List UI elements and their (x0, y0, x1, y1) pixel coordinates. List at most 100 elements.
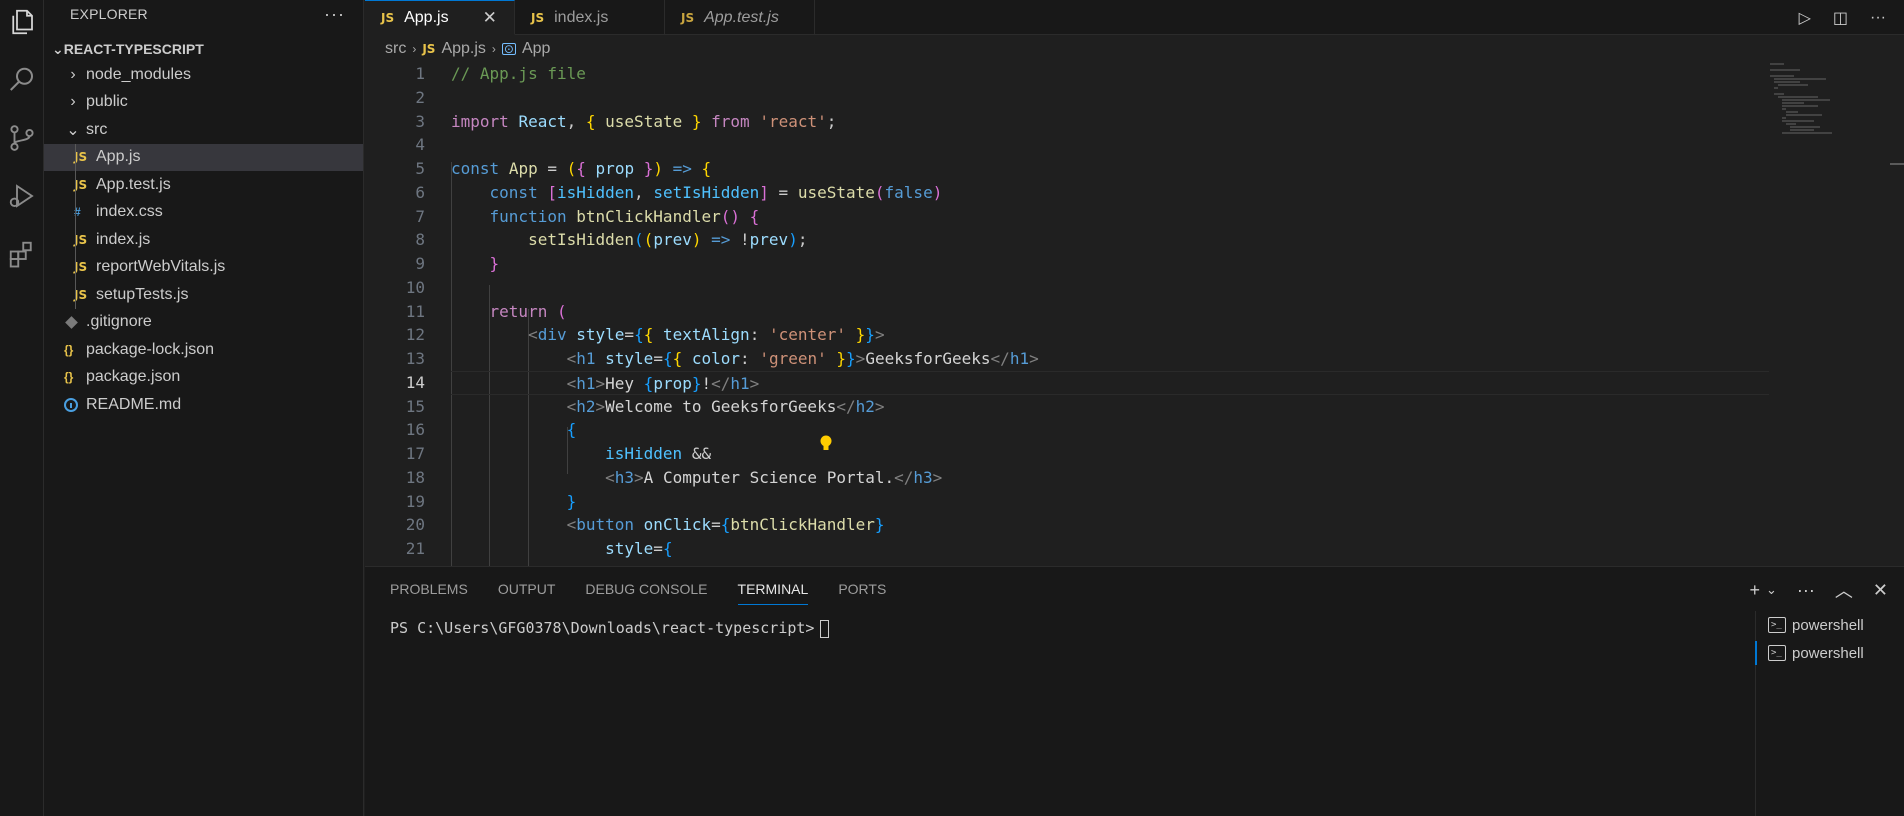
tree-item-gitignore[interactable]: .gitignore (44, 309, 363, 337)
line-number: 12 (405, 325, 425, 345)
chevron-right-icon: › (70, 93, 76, 111)
source-control-icon[interactable] (0, 116, 44, 160)
breadcrumb-file[interactable]: App.js (441, 40, 485, 58)
scrollbar-marker[interactable] (1890, 163, 1904, 165)
maximize-panel-icon[interactable]: ︿ (1835, 577, 1853, 603)
json-file-icon: {} (64, 370, 74, 385)
tree-item-label: node_modules (86, 65, 191, 83)
line-number: 10 (405, 277, 425, 297)
tree-item-setup-tests[interactable]: JS setupTests.js (44, 281, 363, 309)
code-line: style={ (605, 539, 673, 558)
line-number: 2 (415, 87, 425, 107)
tree-item-app-js[interactable]: JS App.js (44, 143, 363, 171)
line-number: 19 (405, 491, 425, 511)
panel-actions: + ⌄ ··· ︿ ✕ (1750, 577, 1889, 603)
close-icon[interactable]: ✕ (483, 8, 497, 28)
tree-item-label: public (86, 93, 128, 111)
tree-item-label: src (86, 120, 108, 138)
line-number: 9 (415, 254, 425, 273)
code-editor[interactable]: 1 2 3 4 5 6 7 8 9 10 11 12 13 14 15 16 17 18 19 20 21 // App… (365, 62, 1769, 566)
terminal-item[interactable]: >_ powershell (1756, 611, 1904, 639)
extensions-icon[interactable] (0, 232, 44, 276)
breadcrumb-symbol[interactable]: App (522, 40, 550, 58)
split-editor-icon[interactable]: ◫ (1833, 8, 1848, 28)
terminal-output[interactable]: PS C:\Users\GFG0378\Downloads\react-type… (390, 619, 830, 638)
tree-item-package-lock[interactable]: {} package-lock.json (44, 336, 363, 364)
tree-item-app-test-js[interactable]: JS App.test.js (44, 171, 363, 199)
line-number: 16 (405, 420, 425, 440)
tree-item-src[interactable]: ⌄ src (44, 116, 363, 144)
terminal-item[interactable]: >_ powershell (1755, 639, 1904, 667)
terminal-cursor (820, 619, 830, 638)
indent-guide (75, 143, 76, 171)
chevron-down-icon: ⌄ (66, 121, 80, 139)
js-file-icon: JS (422, 42, 436, 56)
tree-item-index-css[interactable]: # index.css (44, 198, 363, 226)
new-terminal-icon[interactable]: + (1750, 580, 1761, 601)
line-number: 4 (415, 135, 425, 155)
code-line: return ( (489, 301, 567, 321)
terminal-icon: >_ (1768, 645, 1786, 661)
terminal-icon: >_ (1768, 617, 1786, 633)
code-line: const [isHidden, setIsHidden] = useState… (489, 182, 943, 202)
tab-ports[interactable]: PORTS (838, 567, 886, 611)
line-number-gutter: 1 2 3 4 5 6 7 8 9 10 11 12 13 14 15 16 17 18 19 20 21 (365, 62, 435, 561)
json-file-icon: {} (64, 342, 74, 357)
line-number: 14 (405, 372, 425, 392)
terminal-name: powershell (1792, 644, 1864, 662)
tree-item-node-modules[interactable]: › node_modules (44, 61, 363, 89)
code-line: function btnClickHandler() { (489, 206, 760, 226)
more-actions-icon[interactable]: ··· (1870, 9, 1886, 27)
tab-index-js[interactable]: JS index.js (515, 0, 665, 35)
more-actions-icon[interactable]: ··· (1797, 580, 1815, 601)
tab-label: index.js (554, 8, 609, 26)
line-number: 6 (415, 182, 425, 202)
chevron-down-icon: ⌄ (52, 40, 64, 57)
line-number: 21 (405, 539, 425, 558)
chevron-down-icon[interactable]: ⌄ (1766, 582, 1777, 598)
terminal-list: >_ powershell >_ powershell (1755, 611, 1904, 816)
code-line: <button onClick={btnClickHandler} (566, 515, 885, 535)
code-line: isHidden && (605, 444, 712, 463)
chevron-right-icon: › (491, 42, 496, 56)
code-line-current: <h1>Hey {prop}!</h1> (451, 370, 1769, 395)
breadcrumb-folder[interactable]: src (385, 40, 406, 58)
minimap[interactable] (1770, 62, 1890, 162)
tree-item-public[interactable]: › public (44, 89, 363, 117)
tab-app-js[interactable]: JS App.js ✕ (365, 0, 515, 35)
js-file-icon: JS (74, 150, 88, 165)
run-debug-icon[interactable] (0, 174, 44, 218)
js-file-icon: JS (381, 10, 395, 25)
run-icon[interactable]: ▷ (1799, 8, 1811, 28)
code-line: <h3>A Computer Science Portal.</h3> (605, 467, 943, 487)
tree-item-index-js[interactable]: JS index.js (44, 226, 363, 254)
tree-item-label: README.md (86, 395, 182, 413)
tab-problems[interactable]: PROBLEMS (390, 567, 468, 611)
tab-app-test-js[interactable]: JS App.test.js (665, 0, 815, 35)
terminal-name: powershell (1792, 616, 1864, 634)
project-name: REACT-TYPESCRIPT (63, 41, 204, 57)
close-icon[interactable]: ✕ (1873, 580, 1888, 601)
code-line: const App = ({ prop }) => { (451, 159, 712, 178)
tab-output[interactable]: OUTPUT (498, 567, 556, 611)
code-line: } (489, 254, 500, 273)
tree-item-package-json[interactable]: {} package.json (44, 364, 363, 392)
line-number: 20 (405, 515, 425, 535)
indent-guide (75, 171, 76, 199)
explorer-icon[interactable] (0, 0, 44, 44)
tab-debug-console[interactable]: DEBUG CONSOLE (585, 567, 707, 611)
tab-terminal[interactable]: TERMINAL (737, 567, 808, 611)
panel-tabs: PROBLEMS OUTPUT DEBUG CONSOLE TERMINAL P… (365, 567, 1904, 611)
tree-item-readme[interactable]: README.md (44, 391, 363, 419)
search-icon[interactable] (0, 58, 44, 102)
line-number: 3 (415, 111, 425, 131)
project-root[interactable]: ⌄ REACT-TYPESCRIPT (44, 37, 363, 61)
more-actions-icon[interactable]: ··· (324, 4, 345, 25)
code-line: <h1 style={{ color: 'green' }}>GeeksforG… (566, 349, 1039, 368)
tree-item-report-web-vitals[interactable]: JS reportWebVitals.js (44, 253, 363, 281)
css-file-icon: # (74, 205, 81, 220)
tab-label: App.js (404, 8, 449, 26)
editor-tabs: JS App.js ✕ JS index.js JS App.test.js ▷… (365, 0, 1904, 35)
